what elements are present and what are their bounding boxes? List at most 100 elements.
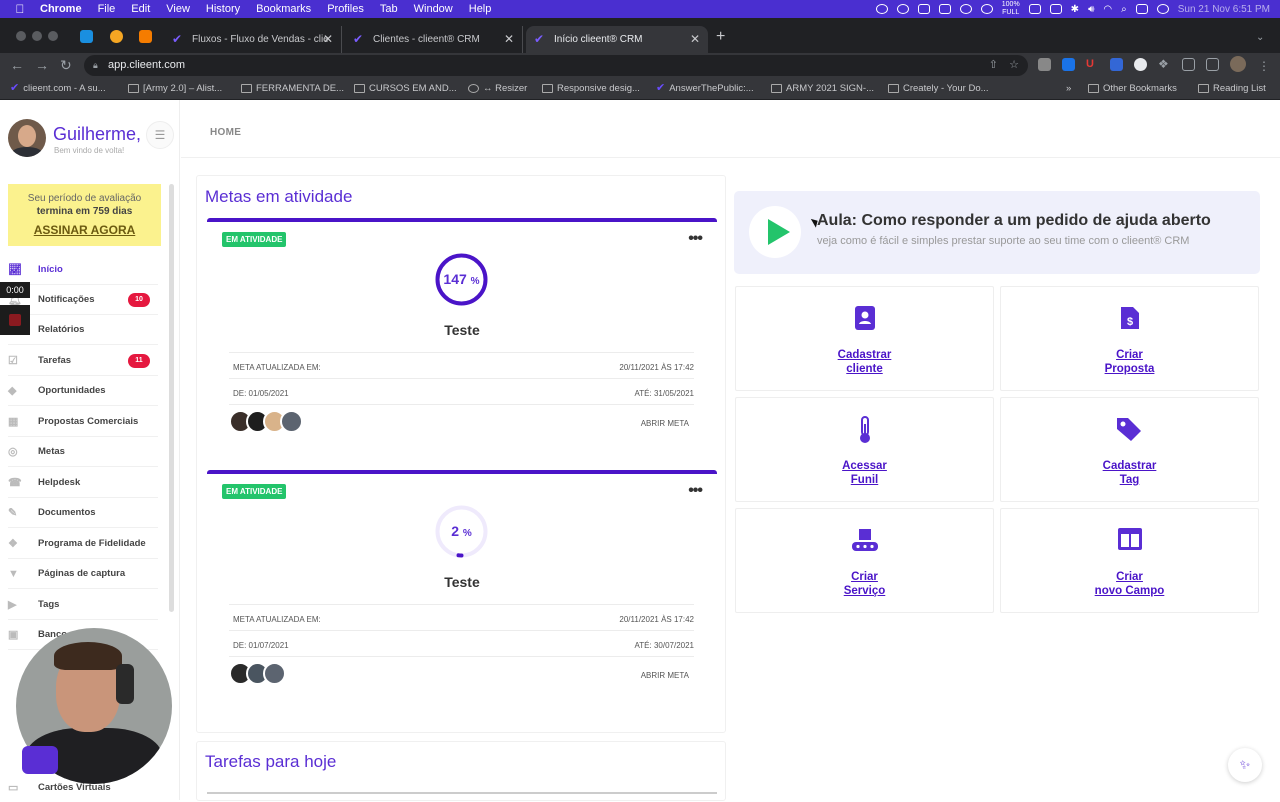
reading-list[interactable]: Reading List [1198, 83, 1266, 94]
register-tag-link[interactable]: Cadastrar Tag [1001, 459, 1258, 487]
pinned-tab-compass-icon[interactable] [110, 30, 123, 43]
profile-avatar[interactable] [1230, 56, 1246, 72]
bookmark-folder[interactable]: Other Bookmarks [1088, 83, 1177, 94]
avatar[interactable] [280, 410, 303, 433]
bookmark-item[interactable]: Creately - Your Do... [888, 83, 989, 94]
sidebar-item-notificacoes[interactable]: 🔔︎ Notificações 10 [8, 285, 158, 315]
sidebar-item-tags[interactable]: ▶ Tags [8, 590, 158, 620]
extension-circle-icon[interactable] [1134, 58, 1147, 71]
create-field-link[interactable]: Criar novo Campo [1001, 570, 1258, 598]
extension-screenshot-icon[interactable] [1038, 58, 1051, 71]
sidebar-item-helpdesk[interactable]: ☎ Helpdesk [8, 468, 158, 498]
close-tab-icon[interactable]: ✕ [323, 32, 333, 46]
create-service-link[interactable]: Criar Serviço [736, 570, 993, 598]
register-tag-card[interactable]: Cadastrar Tag [1000, 397, 1259, 502]
cast-icon[interactable] [1182, 58, 1195, 71]
access-funnel-card[interactable]: Acessar Funil [735, 397, 994, 502]
status-app-icon[interactable] [938, 4, 951, 14]
battery-icon[interactable] [1049, 4, 1062, 14]
avatar[interactable] [263, 662, 286, 685]
status-sync-icon[interactable] [896, 4, 909, 14]
window-close-button[interactable] [16, 31, 26, 41]
open-goal-link[interactable]: ABRIR META [641, 419, 689, 428]
more-options-icon[interactable]: ••• [688, 482, 703, 500]
sidebar-item-propostas[interactable]: ▦ Propostas Comerciais [8, 407, 158, 437]
sidebar-item-inicio[interactable]: 📈︎ Início [8, 255, 158, 285]
bookmark-item[interactable]: ✔ clieent.com - A su... [10, 83, 106, 95]
control-center-icon[interactable] [1135, 4, 1148, 14]
new-tab-plus-icon[interactable]: + [716, 29, 725, 45]
lesson-title[interactable]: Aula: Como responder a um pedido de ajud… [817, 212, 1211, 230]
apple-icon[interactable]:  [0, 2, 40, 16]
more-menu-icon[interactable]: ⋮ [1258, 58, 1270, 74]
lesson-banner[interactable]: Aula: Como responder a um pedido de ajud… [734, 191, 1260, 274]
sidebar-item-oportunidades[interactable]: ◆ Oportunidades [8, 376, 158, 406]
register-client-card[interactable]: Cadastrar cliente [735, 286, 994, 391]
bookmark-star-icon[interactable]: ☆ [1009, 55, 1019, 76]
volume-icon[interactable]: 🔊︎ [1088, 4, 1094, 15]
browser-tab-active[interactable]: ✔ Início clieent® CRM ✕ [526, 26, 708, 53]
browser-tab[interactable]: ✔ Clientes - clieent® CRM ✕ [345, 26, 523, 53]
address-bar[interactable]: 🔒︎ app.clieent.com ⇧ ☆ [84, 55, 1028, 76]
sidebar-item-fidelidade[interactable]: ❖ Programa de Fidelidade [8, 529, 158, 559]
more-options-icon[interactable]: ••• [688, 230, 703, 248]
menu-app-name[interactable]: Chrome [40, 3, 82, 15]
extensions-puzzle-icon[interactable]: ❖ [1158, 58, 1171, 71]
extension-code-icon[interactable] [1110, 58, 1123, 71]
back-arrow-icon[interactable]: ← [10, 57, 24, 73]
menu-tab[interactable]: Tab [380, 3, 398, 15]
create-service-card[interactable]: Criar Serviço [735, 508, 994, 613]
chat-fab-button[interactable] [22, 746, 58, 774]
sidebar-scrollbar[interactable] [169, 184, 174, 612]
tab-search-chevron-icon[interactable]: ⌄ [1256, 30, 1264, 46]
share-icon[interactable]: ⇧ [989, 55, 998, 76]
status-alert-icon[interactable] [875, 4, 888, 14]
bookmark-item[interactable]: ↔ Resizer [468, 83, 527, 94]
bookmark-folder[interactable]: CURSOS EM AND... [354, 83, 457, 94]
menu-bookmarks[interactable]: Bookmarks [256, 3, 311, 15]
bookmarks-overflow-icon[interactable]: » [1066, 83, 1071, 94]
open-goal-link[interactable]: ABRIR META [641, 671, 689, 680]
bluetooth-icon[interactable]: ✱ [1071, 4, 1079, 15]
sidebar-panel-icon[interactable] [1206, 58, 1219, 71]
menu-profiles[interactable]: Profiles [327, 3, 364, 15]
menu-edit[interactable]: Edit [131, 3, 150, 15]
bookmark-item[interactable]: Responsive desig... [542, 83, 640, 94]
create-proposal-link[interactable]: Criar Proposta [1001, 348, 1258, 376]
register-client-link[interactable]: Cadastrar cliente [736, 348, 993, 376]
sidebar-item-metas[interactable]: ◎ Metas [8, 437, 158, 467]
bookmark-item[interactable]: [Army 2.0] – Alist... [128, 83, 222, 94]
sidebar-item-tarefas[interactable]: ☑ Tarefas 11 [8, 346, 158, 376]
status-play-icon[interactable] [980, 4, 993, 14]
bookmark-folder[interactable]: FERRAMENTA DE... [241, 83, 344, 94]
access-funnel-link[interactable]: Acessar Funil [736, 459, 993, 487]
bookmark-item[interactable]: ✔ AnswerThePublic:... [656, 83, 754, 95]
menu-history[interactable]: History [206, 3, 240, 15]
menu-help[interactable]: Help [469, 3, 492, 15]
menu-window[interactable]: Window [414, 3, 453, 15]
hamburger-menu-icon[interactable]: ☰ [146, 121, 174, 149]
status-window-icon[interactable] [1028, 4, 1041, 14]
pinned-tab-chat-icon[interactable] [80, 30, 93, 43]
breadcrumb[interactable]: HOME [210, 127, 241, 138]
subscribe-now-link[interactable]: ASSINAR AGORA [8, 224, 161, 237]
pinned-tab-analytics-icon[interactable] [139, 30, 152, 43]
create-field-card[interactable]: Criar novo Campo [1000, 508, 1259, 613]
menu-view[interactable]: View [166, 3, 190, 15]
status-brightness-icon[interactable] [959, 4, 972, 14]
stop-recording-button[interactable] [0, 305, 30, 335]
close-tab-icon[interactable]: ✕ [690, 32, 700, 46]
sidebar-item-relatorios[interactable]: ▤Relatórios [8, 315, 158, 345]
sidebar-item-documentos[interactable]: ✎ Documentos [8, 498, 158, 528]
spotlight-search-icon[interactable]: ⌕ [1121, 4, 1127, 15]
siri-icon[interactable] [1156, 4, 1169, 14]
extension-b-icon[interactable] [1062, 58, 1075, 71]
play-video-icon[interactable] [749, 206, 801, 258]
user-avatar[interactable] [8, 119, 46, 157]
extension-u-icon[interactable]: U [1086, 58, 1099, 71]
window-minimize-button[interactable] [32, 31, 42, 41]
close-tab-icon[interactable]: ✕ [504, 32, 514, 46]
bookmark-item[interactable]: ARMY 2021 SIGN-... [771, 83, 874, 94]
sidebar-item-paginas-captura[interactable]: ▼ Páginas de captura [8, 559, 158, 589]
status-screen-icon[interactable] [917, 4, 930, 14]
